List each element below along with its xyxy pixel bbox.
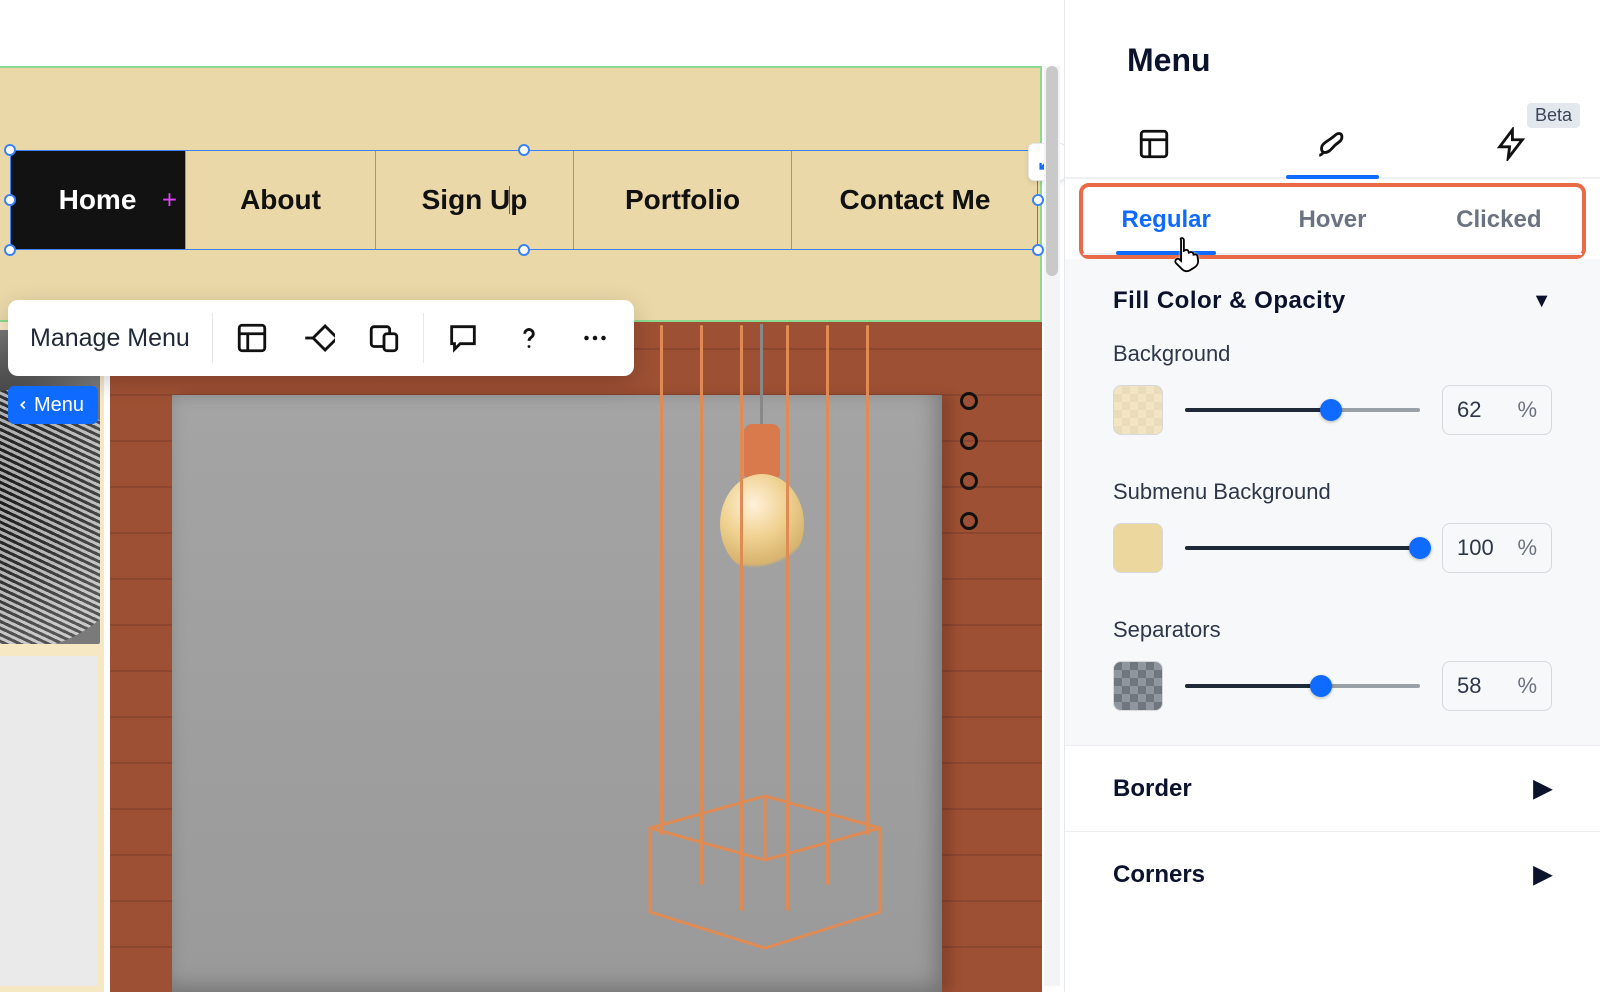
state-tab-clicked[interactable]: Clicked	[1416, 187, 1582, 253]
state-tabs-highlight: Regular Hover Clicked	[1079, 183, 1586, 259]
layout-icon	[1137, 127, 1171, 161]
beta-badge: Beta	[1527, 103, 1580, 128]
element-toolbar: Manage Menu	[8, 300, 634, 376]
state-tab-hover[interactable]: Hover	[1249, 187, 1415, 253]
resize-handle[interactable]	[4, 244, 16, 256]
lamp-cord	[760, 324, 763, 434]
panel-title: Menu	[1065, 0, 1600, 79]
tab-design[interactable]	[1243, 111, 1421, 177]
resize-handle[interactable]	[518, 144, 530, 156]
background-color-swatch[interactable]	[1113, 385, 1163, 435]
lamp-cage-base	[626, 792, 904, 952]
chevron-down-icon: ▼	[1532, 290, 1552, 313]
tab-interactions[interactable]: Beta	[1422, 111, 1600, 177]
separators-label: Separators	[1113, 617, 1552, 643]
lamp-bulb	[720, 474, 804, 574]
layout-icon[interactable]	[235, 321, 269, 355]
percent-unit: %	[1517, 535, 1537, 561]
comment-icon[interactable]	[446, 321, 480, 355]
help-icon[interactable]	[512, 321, 546, 355]
lightning-icon	[1494, 127, 1528, 161]
separators-control: 58 %	[1113, 661, 1552, 711]
chevron-left-icon	[16, 398, 30, 412]
separators-color-swatch[interactable]	[1113, 661, 1163, 711]
section-title: Fill Color & Opacity	[1113, 287, 1346, 315]
canvas-scrollbar[interactable]	[1044, 66, 1060, 986]
percent-unit: %	[1517, 673, 1537, 699]
chevron-right-icon: ▶	[1534, 774, 1552, 803]
section-header-fill[interactable]: Fill Color & Opacity ▼	[1113, 287, 1552, 315]
scrollbar-thumb[interactable]	[1046, 66, 1058, 276]
section-title: Corners	[1113, 861, 1205, 889]
editor-canvas: Home + About Sign Up Portfolio Contact M…	[0, 0, 1064, 992]
breadcrumb-label: Menu	[34, 394, 84, 417]
panel-mode-tabs: Beta	[1065, 111, 1600, 179]
resize-handle[interactable]	[1032, 244, 1044, 256]
breadcrumb-pill[interactable]: Menu	[8, 386, 98, 424]
blank-photo	[0, 656, 98, 986]
design-panel: Menu Beta Regular Hover Clicked	[1064, 0, 1600, 992]
spiral-photo	[0, 330, 100, 644]
submenu-opacity-slider[interactable]	[1185, 546, 1420, 550]
separators-opacity-input[interactable]: 58 %	[1442, 661, 1552, 711]
manage-menu-button[interactable]: Manage Menu	[30, 324, 190, 353]
more-icon[interactable]	[578, 321, 612, 355]
background-control: 62 %	[1113, 385, 1552, 435]
border-section-header[interactable]: Border ▶	[1065, 745, 1600, 831]
submenu-background-control: 100 %	[1113, 523, 1552, 573]
opacity-value: 62	[1457, 397, 1481, 423]
resize-handle[interactable]	[4, 194, 16, 206]
resize-handle[interactable]	[518, 244, 530, 256]
slide-indicator-dots[interactable]	[960, 392, 978, 530]
animation-icon[interactable]	[301, 321, 335, 355]
percent-unit: %	[1517, 397, 1537, 423]
background-opacity-slider[interactable]	[1185, 408, 1420, 412]
submenu-background-label: Submenu Background	[1113, 479, 1552, 505]
resize-handle[interactable]	[4, 144, 16, 156]
state-tab-label: Clicked	[1456, 206, 1541, 234]
selection-outline[interactable]	[10, 150, 1038, 250]
responsive-icon[interactable]	[367, 321, 401, 355]
state-tab-label: Regular	[1121, 206, 1210, 234]
resize-handle[interactable]	[1032, 194, 1044, 206]
background-label: Background	[1113, 341, 1552, 367]
submenu-opacity-input[interactable]: 100 %	[1442, 523, 1552, 573]
submenu-color-swatch[interactable]	[1113, 523, 1163, 573]
corners-section-header[interactable]: Corners ▶	[1065, 831, 1600, 917]
brush-icon	[1315, 127, 1349, 161]
background-opacity-input[interactable]: 62 %	[1442, 385, 1552, 435]
tab-layout[interactable]	[1065, 111, 1243, 177]
state-tab-label: Hover	[1298, 206, 1366, 234]
separators-opacity-slider[interactable]	[1185, 684, 1420, 688]
chevron-right-icon: ▶	[1534, 860, 1552, 889]
state-tabs: Regular Hover Clicked	[1083, 187, 1582, 255]
opacity-value: 100	[1457, 535, 1494, 561]
state-tab-regular[interactable]: Regular	[1083, 187, 1249, 253]
opacity-value: 58	[1457, 673, 1481, 699]
section-title: Border	[1113, 775, 1192, 803]
fill-opacity-section: Fill Color & Opacity ▼ Background 62 % S…	[1065, 259, 1600, 745]
lamp-socket	[744, 424, 780, 478]
